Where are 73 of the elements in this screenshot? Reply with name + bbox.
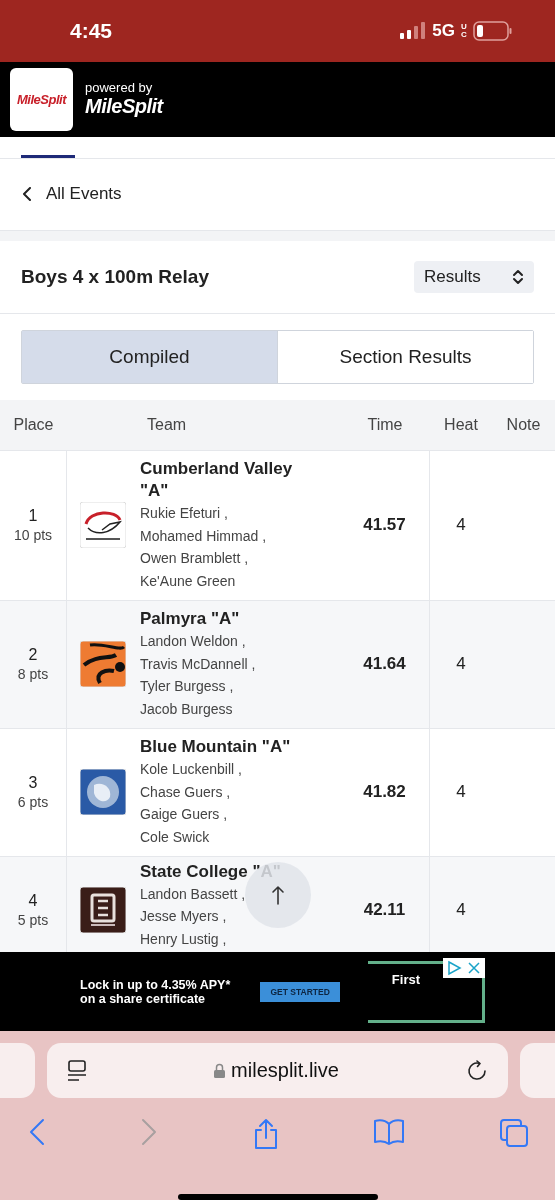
chevron-left-icon — [22, 187, 32, 202]
column-header: Team — [146, 415, 188, 434]
site-logo[interactable]: MileSplit — [10, 67, 73, 131]
url-text: milesplit.live — [214, 1059, 339, 1082]
swoosh-icon — [80, 502, 126, 549]
play-icon[interactable] — [446, 960, 462, 977]
athlete-name: Cole Swick — [140, 827, 210, 847]
time-cell: 41.57 — [340, 450, 430, 600]
athlete-name: Rukie Efeturi , — [140, 504, 228, 524]
address-bar[interactable]: milesplit.live — [47, 1043, 508, 1098]
column-header: Note — [505, 415, 542, 434]
athlete-name: Kole Luckenbill , — [140, 760, 242, 780]
column-header: Heat — [443, 415, 479, 434]
ad-banner[interactable]: Lock in up to 4.35% APY* on a share certificate GET STARTED First — [0, 952, 555, 1031]
athlete-name: Chase Guers , — [140, 782, 231, 802]
stripes-icon — [80, 641, 126, 688]
segment-tab[interactable]: Compiled — [22, 330, 278, 383]
athlete-name: Gaige Guers , — [140, 805, 228, 825]
team-name: Blue Mountain "A" — [140, 736, 291, 759]
team-name: Palmyra "A" — [140, 608, 241, 631]
book-icon[interactable] — [373, 1118, 406, 1146]
heat-cell-text: 4 — [455, 899, 467, 922]
place-number: 4 — [28, 892, 38, 911]
powered-by-label: powered by — [85, 80, 154, 96]
team-name: Cumberland Valley "A" — [140, 458, 294, 503]
tab-indicator — [21, 155, 75, 159]
heat-cell-text: 4 — [455, 653, 467, 676]
emblem-icon — [80, 887, 126, 934]
place-number: 1 — [28, 507, 38, 526]
reload-icon[interactable] — [466, 1059, 488, 1082]
column-header: Time — [366, 415, 404, 434]
time-cell: 41.82 — [340, 728, 430, 856]
network-label: 5G — [432, 20, 455, 41]
points-label: 10 pts — [13, 527, 53, 544]
status-time: 4:45 — [70, 18, 113, 43]
tab-preview[interactable] — [0, 1043, 35, 1098]
signal-icon — [400, 21, 427, 40]
athlete-name: Henry Lustig , — [140, 929, 227, 949]
back-link[interactable]: All Events — [22, 184, 122, 205]
back-icon[interactable] — [28, 1118, 46, 1146]
athlete-name: Jacob Burgess — [140, 699, 233, 719]
athlete-name: Owen Bramblett , — [140, 549, 249, 569]
view-select[interactable]: Results — [414, 260, 534, 293]
place-number: 3 — [28, 774, 38, 793]
brand-wordmark: MileSplit — [85, 95, 163, 119]
tabs-icon[interactable] — [499, 1118, 529, 1148]
athlete-name: Jesse Myers , — [140, 907, 227, 927]
ad-headline: Lock in up to 4.35% APY* on a share certificate — [80, 977, 232, 1006]
athlete-name: Mohamed Himmad , — [140, 526, 267, 546]
points-label: 6 pts — [17, 794, 49, 811]
ad-brand: First — [391, 971, 420, 989]
arrow-up-icon — [271, 884, 285, 905]
athlete-name: Tyler Burgess , — [140, 677, 234, 697]
points-label: 8 pts — [17, 666, 49, 683]
heat-cell-text: 4 — [455, 781, 467, 804]
battery-icon — [473, 20, 513, 41]
athlete-name: Ke'Aune Green — [140, 571, 236, 591]
network-type-label: UC — [461, 22, 467, 39]
points-label: 5 pts — [17, 912, 49, 929]
athlete-name: Travis McDannell , — [140, 654, 256, 674]
forward-icon[interactable] — [139, 1118, 158, 1146]
athlete-name: Landon Weldon , — [140, 632, 246, 652]
lock-icon — [214, 1063, 226, 1078]
heat-cell-text: 4 — [455, 514, 467, 537]
tab-preview[interactable] — [520, 1043, 555, 1098]
place-number: 2 — [28, 646, 38, 665]
event-title: Boys 4 x 100m Relay — [21, 265, 209, 288]
athlete-name: Landon Bassett , — [140, 884, 246, 904]
ad-cta-button[interactable]: GET STARTED — [260, 981, 340, 1002]
column-header: Place — [12, 415, 55, 434]
reader-icon[interactable] — [67, 1059, 87, 1082]
updown-chevron-icon — [512, 268, 524, 285]
time-cell: 41.64 — [340, 600, 430, 728]
